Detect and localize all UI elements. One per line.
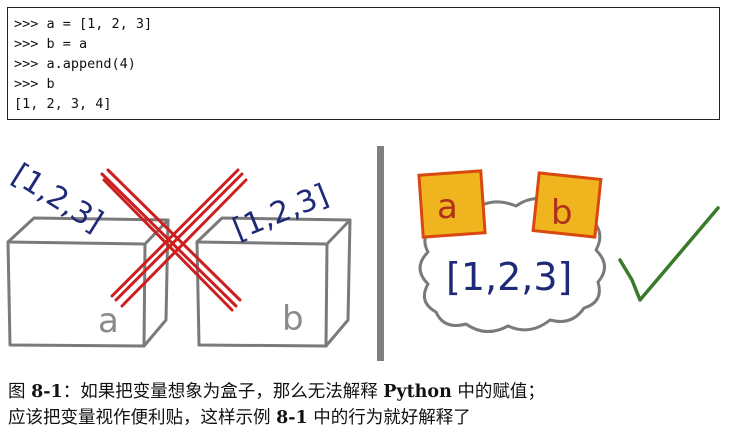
code-line: >>> a.append(4)	[14, 56, 136, 72]
list-a-label: [1,2,3]	[6, 157, 109, 240]
figure-illustration: a b [1,2,3] [1,2,3] [1,2,3] a b	[0, 140, 729, 365]
cross-out-mark	[100, 168, 248, 312]
sticker-b: b	[531, 171, 603, 239]
code-line: >>> b	[14, 76, 55, 92]
box-a-label: a	[98, 301, 119, 341]
divider	[377, 146, 384, 361]
caption-prefix: 图	[8, 382, 32, 402]
caption-text: 中的行为就好解释了	[307, 408, 471, 428]
sticker-a: a	[417, 169, 487, 239]
caption-text: 中的赋值；	[451, 382, 545, 402]
list-b-label: [1,2,3]	[228, 178, 334, 248]
python-term: Python	[383, 382, 452, 402]
caption-line-1: 图 8-1：如果把变量想象为盒子，那么无法解释 Python 中的赋值；	[8, 379, 723, 405]
object-label: [1,2,3]	[446, 255, 572, 299]
figure-number: 8-1	[31, 382, 63, 402]
example-number: 8-1	[276, 408, 308, 428]
box-b-label: b	[282, 299, 304, 339]
code-line: [1, 2, 3, 4]	[14, 96, 112, 112]
code-line: >>> b = a	[14, 36, 88, 52]
figure-caption: 图 8-1：如果把变量想象为盒子，那么无法解释 Python 中的赋值； 应该把…	[8, 379, 723, 431]
sticker-a-label: a	[437, 187, 458, 227]
code-block: >>> a = [1, 2, 3] >>> b = a >>> a.append…	[7, 7, 720, 120]
caption-text: ：如果把变量想象为盒子，那么无法解释	[62, 382, 384, 402]
sticker-b-label: b	[551, 193, 573, 233]
check-mark-icon	[618, 206, 720, 302]
caption-line-2: 应该把变量视作便利贴，这样示例 8-1 中的行为就好解释了	[8, 405, 723, 431]
caption-text: 应该把变量视作便利贴，这样示例	[8, 408, 277, 428]
figure-svg: a b [1,2,3] [1,2,3] [1,2,3] a b	[6, 146, 720, 361]
code-line: >>> a = [1, 2, 3]	[14, 16, 153, 32]
